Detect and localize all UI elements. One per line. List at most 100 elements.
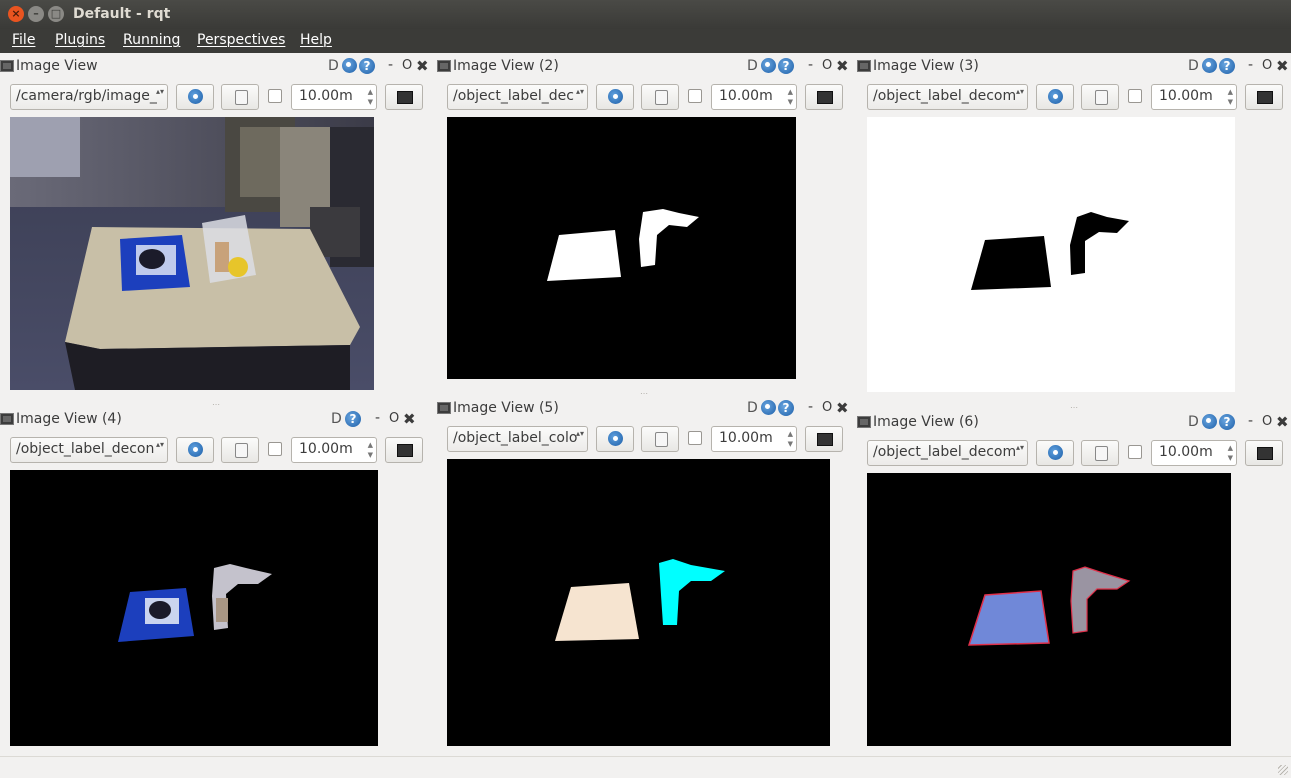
- splitter-handle[interactable]: ⋯: [212, 400, 220, 409]
- spin-down-icon[interactable]: ▼: [788, 440, 793, 448]
- dock-float-icon[interactable]: O: [822, 58, 832, 73]
- window-minimize-button[interactable]: –: [28, 6, 44, 22]
- dock-float-icon[interactable]: O: [822, 400, 832, 415]
- timeout-spinbox[interactable]: 10.00m ▲ ▼: [291, 437, 377, 463]
- refresh-topics-button[interactable]: [1036, 440, 1074, 466]
- zoom-fit-button[interactable]: [805, 84, 843, 110]
- window-maximize-button[interactable]: □: [48, 6, 64, 22]
- topic-select[interactable]: /object_label_decon ▴▾: [10, 437, 168, 463]
- save-image-button[interactable]: [1081, 440, 1119, 466]
- zoom-fit-button[interactable]: [385, 84, 423, 110]
- spin-up-icon[interactable]: ▲: [368, 441, 373, 449]
- spin-up-icon[interactable]: ▲: [788, 88, 793, 96]
- dock-float-icon[interactable]: O: [1262, 58, 1272, 73]
- dock-d-icon[interactable]: D: [747, 58, 758, 74]
- refresh-topics-button[interactable]: [176, 437, 214, 463]
- spin-down-icon[interactable]: ▼: [788, 98, 793, 106]
- dock-minimize-icon[interactable]: -: [1248, 413, 1253, 429]
- refresh-topics-button[interactable]: [596, 84, 634, 110]
- dock-close-icon[interactable]: ✖: [403, 410, 416, 428]
- mouse-publish-checkbox[interactable]: [1128, 89, 1142, 103]
- save-image-button[interactable]: [641, 426, 679, 452]
- dock-reload-icon[interactable]: [761, 400, 776, 415]
- dock-float-icon[interactable]: O: [389, 411, 399, 426]
- image-display[interactable]: [10, 470, 378, 746]
- dock-float-icon[interactable]: O: [402, 58, 412, 73]
- dock-help-icon[interactable]: ?: [778, 400, 794, 416]
- resize-grip-icon[interactable]: [1278, 765, 1288, 775]
- timeout-spinbox[interactable]: 10.00m ▲ ▼: [291, 84, 377, 110]
- dock-close-icon[interactable]: ✖: [1276, 57, 1289, 75]
- spin-up-icon[interactable]: ▲: [1228, 444, 1233, 452]
- topic-select[interactable]: /object_label_decom ▴▾: [867, 440, 1028, 466]
- spin-up-icon[interactable]: ▲: [368, 88, 373, 96]
- dock-help-icon[interactable]: ?: [778, 58, 794, 74]
- zoom-fit-button[interactable]: [1245, 440, 1283, 466]
- save-image-button[interactable]: [221, 437, 259, 463]
- dock-titlebar[interactable]: Image View (4) D ? - O ✖: [0, 410, 436, 430]
- splitter-handle[interactable]: ⋯: [640, 389, 648, 398]
- dock-help-icon[interactable]: ?: [1219, 58, 1235, 74]
- menu-perspectives[interactable]: Perspectives: [197, 32, 285, 48]
- spin-up-icon[interactable]: ▲: [788, 430, 793, 438]
- timeout-spinbox[interactable]: 10.00m ▲ ▼: [1151, 84, 1237, 110]
- dock-d-icon[interactable]: D: [328, 58, 339, 74]
- save-image-button[interactable]: [221, 84, 259, 110]
- dock-minimize-icon[interactable]: -: [375, 410, 380, 426]
- dock-close-icon[interactable]: ✖: [1276, 413, 1289, 431]
- dock-titlebar[interactable]: Image View (3) D ? - O ✖: [857, 57, 1291, 77]
- dock-close-icon[interactable]: ✖: [416, 57, 429, 75]
- topic-select[interactable]: /object_label_decom ▴▾: [867, 84, 1028, 110]
- refresh-topics-button[interactable]: [1036, 84, 1074, 110]
- window-close-button[interactable]: ×: [8, 6, 24, 22]
- timeout-spinbox[interactable]: 10.00m ▲ ▼: [711, 84, 797, 110]
- topic-select[interactable]: /object_label_dec ▴▾: [447, 84, 588, 110]
- dock-d-icon[interactable]: D: [747, 400, 758, 416]
- spin-down-icon[interactable]: ▼: [1228, 454, 1233, 462]
- dock-titlebar[interactable]: Image View (6) D ? - O ✖: [857, 413, 1291, 433]
- zoom-fit-button[interactable]: [385, 437, 423, 463]
- dock-reload-icon[interactable]: [761, 58, 776, 73]
- topic-select[interactable]: /object_label_colo ▴▾: [447, 426, 588, 452]
- dock-close-icon[interactable]: ✖: [836, 57, 849, 75]
- topic-select[interactable]: /camera/rgb/image_ ▴▾: [10, 84, 168, 110]
- dock-titlebar[interactable]: Image View (5) D ? - O ✖: [437, 399, 857, 419]
- dock-help-icon[interactable]: ?: [359, 58, 375, 74]
- dock-d-icon[interactable]: D: [1188, 414, 1199, 430]
- refresh-topics-button[interactable]: [176, 84, 214, 110]
- spin-down-icon[interactable]: ▼: [368, 98, 373, 106]
- spin-up-icon[interactable]: ▲: [1228, 88, 1233, 96]
- zoom-fit-button[interactable]: [1245, 84, 1283, 110]
- mouse-publish-checkbox[interactable]: [268, 442, 282, 456]
- refresh-topics-button[interactable]: [596, 426, 634, 452]
- spin-down-icon[interactable]: ▼: [1228, 98, 1233, 106]
- dock-minimize-icon[interactable]: -: [808, 399, 813, 415]
- dock-minimize-icon[interactable]: -: [808, 57, 813, 73]
- image-display[interactable]: [867, 117, 1235, 392]
- dock-reload-icon[interactable]: [342, 58, 357, 73]
- save-image-button[interactable]: [641, 84, 679, 110]
- spin-down-icon[interactable]: ▼: [368, 451, 373, 459]
- dock-help-icon[interactable]: ?: [1219, 414, 1235, 430]
- dock-minimize-icon[interactable]: -: [388, 57, 393, 73]
- image-display[interactable]: [867, 473, 1231, 746]
- menu-help[interactable]: Help: [300, 32, 332, 48]
- dock-reload-icon[interactable]: [1202, 414, 1217, 429]
- mouse-publish-checkbox[interactable]: [688, 431, 702, 445]
- timeout-spinbox[interactable]: 10.00m ▲ ▼: [1151, 440, 1237, 466]
- dock-d-icon[interactable]: D: [1188, 58, 1199, 74]
- dock-titlebar[interactable]: Image View D ? - O ✖: [0, 57, 436, 77]
- save-image-button[interactable]: [1081, 84, 1119, 110]
- dock-close-icon[interactable]: ✖: [836, 399, 849, 417]
- image-display[interactable]: [447, 459, 830, 746]
- zoom-fit-button[interactable]: [805, 426, 843, 452]
- dock-float-icon[interactable]: O: [1262, 414, 1272, 429]
- menu-file[interactable]: File: [12, 32, 35, 48]
- mouse-publish-checkbox[interactable]: [688, 89, 702, 103]
- dock-help-icon[interactable]: ?: [345, 411, 361, 427]
- timeout-spinbox[interactable]: 10.00m ▲ ▼: [711, 426, 797, 452]
- image-display[interactable]: [10, 117, 374, 390]
- dock-titlebar[interactable]: Image View (2) D ? - O ✖: [437, 57, 857, 77]
- dock-reload-icon[interactable]: [1202, 58, 1217, 73]
- menu-plugins[interactable]: Plugins: [55, 32, 105, 48]
